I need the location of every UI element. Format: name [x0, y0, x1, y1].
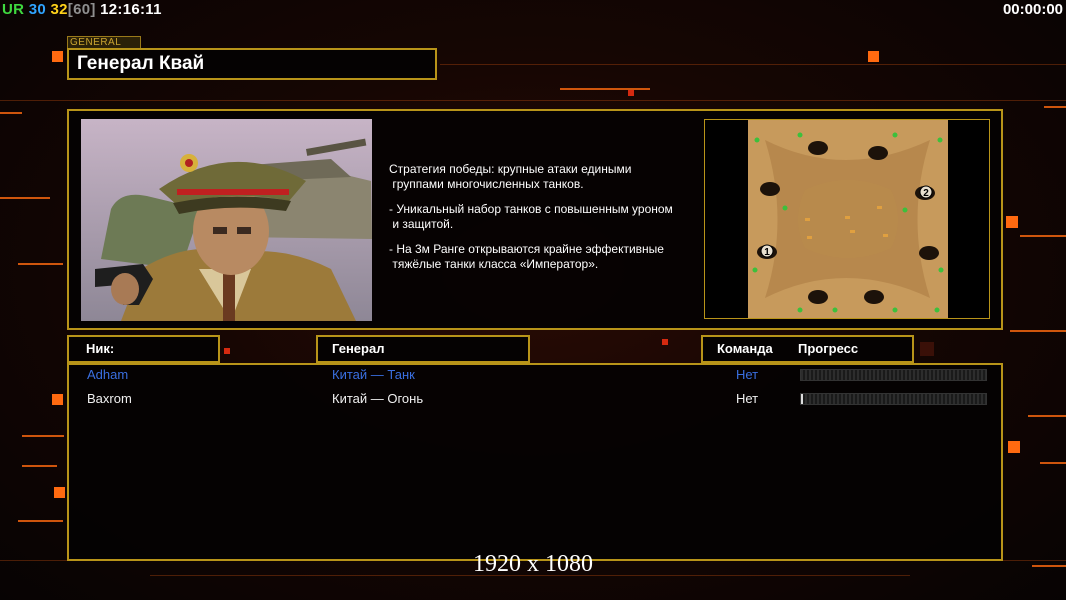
general-portrait [81, 119, 372, 321]
hud-value-3: [60] [67, 1, 96, 18]
resolution-label: 1920 x 1080 [473, 551, 593, 577]
header-progress: Прогресс [798, 341, 859, 356]
hud-value-2: 32 [50, 1, 68, 18]
map-preview-image: 1 2 [705, 120, 989, 318]
player-general: Китай — Огонь [332, 391, 424, 406]
hud-clock: 12:16:11 [100, 1, 162, 18]
player-row: Baxrom Китай — Огонь Нет [69, 391, 1001, 409]
hud-ur-label: UR [2, 1, 25, 18]
map-start-position-1: 1 [764, 247, 770, 258]
general-info-panel: Стратегия победы: крупные атаки едиными … [67, 109, 1003, 330]
players-list: Adham Китай — Танк Нет Baxrom Китай — Ог… [67, 363, 1003, 561]
player-progress-bar [800, 393, 987, 405]
player-general: Китай — Танк [332, 367, 415, 382]
general-portrait-image [81, 119, 372, 321]
description-paragraph: - На 3м Ранге открываются крайне эффекти… [389, 242, 664, 271]
header-nick-box: Ник: [67, 335, 220, 363]
general-title-box: Генерал Квай [67, 48, 437, 80]
hud-stats: UR 30 32[60] 12:16:11 [2, 1, 162, 18]
description-paragraph: - Уникальный набор танков с повышенным у… [389, 202, 673, 231]
player-progress-bar [800, 369, 987, 381]
player-nick: Adham [87, 367, 129, 382]
map-preview: 1 2 [704, 119, 990, 319]
player-nick: Baxrom [87, 391, 132, 406]
player-team: Нет [736, 391, 759, 406]
header-team: Команда [717, 341, 773, 356]
header-general-box: Генерал [316, 335, 530, 363]
hud-timer: 00:00:00 [1002, 1, 1063, 18]
strategy-description: Стратегия победы: крупные атаки едиными … [389, 162, 699, 282]
header-nick: Ник: [86, 341, 115, 356]
general-name: Генерал Квай [77, 53, 205, 74]
player-progress-fill [801, 394, 804, 404]
header-general: Генерал [332, 341, 385, 356]
hud-value-1: 30 [28, 1, 47, 18]
player-team: Нет [736, 367, 759, 382]
header-team-progress-box: Команда Прогресс [701, 335, 914, 363]
description-paragraph: Стратегия победы: крупные атаки едиными … [389, 162, 632, 191]
player-row: Adham Китай — Танк Нет [69, 367, 1001, 385]
map-start-position-2: 2 [923, 188, 929, 199]
